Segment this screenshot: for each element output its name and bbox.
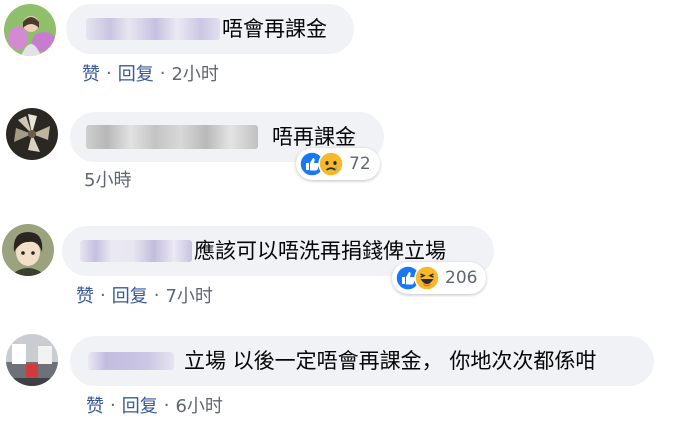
comment-4: 立場 以後一定唔會再課金， 你地次次都係咁 赞 · 回复 · 6小时 bbox=[0, 326, 692, 426]
comment-text: 唔會再課金 bbox=[222, 16, 327, 41]
avatar[interactable] bbox=[6, 108, 58, 160]
like-link[interactable]: 赞 bbox=[76, 282, 94, 308]
avatar[interactable] bbox=[6, 334, 58, 386]
blurred-name[interactable] bbox=[86, 18, 220, 40]
haha-icon bbox=[414, 265, 440, 291]
like-link[interactable]: 赞 bbox=[82, 60, 100, 86]
reply-link[interactable]: 回复 bbox=[118, 60, 154, 86]
comment-actions: 5小時 bbox=[84, 166, 131, 192]
blurred-name[interactable] bbox=[88, 352, 174, 370]
timestamp[interactable]: 5小時 bbox=[84, 166, 131, 192]
sad-icon bbox=[318, 151, 344, 177]
timestamp[interactable]: 2小时 bbox=[171, 60, 218, 86]
reply-link[interactable]: 回复 bbox=[112, 282, 148, 308]
comment-text: 立場 以後一定唔會再課金， 你地次次都係咁 bbox=[184, 348, 597, 373]
reaction-count: 72 bbox=[349, 154, 371, 174]
separator: · bbox=[159, 62, 166, 84]
comment-actions: 赞 · 回复 · 6小时 bbox=[86, 392, 223, 418]
avatar[interactable] bbox=[4, 4, 56, 56]
comment-2: 唔再課金 5小時 72 bbox=[0, 100, 692, 200]
separator: · bbox=[100, 284, 106, 306]
timestamp[interactable]: 6小时 bbox=[175, 392, 222, 418]
comment-text: 唔再課金 bbox=[272, 124, 356, 149]
reply-link[interactable]: 回复 bbox=[122, 392, 158, 418]
avatar[interactable] bbox=[2, 224, 54, 276]
reactions-summary[interactable]: 206 bbox=[392, 262, 487, 294]
comment-1: 唔會再課金 赞 · 回复 · 2小时 bbox=[0, 0, 692, 100]
reactions-summary[interactable]: 72 bbox=[296, 148, 380, 180]
separator: · bbox=[163, 394, 170, 416]
separator: · bbox=[110, 394, 116, 416]
comment-bubble: 立場 以後一定唔會再課金， 你地次次都係咁 bbox=[70, 336, 654, 386]
reaction-count: 206 bbox=[445, 268, 478, 288]
comment-3: 應該可以唔洗再捐錢俾立場 赞 · 回复 · 7小时 206 bbox=[0, 218, 692, 318]
comment-actions: 赞 · 回复 · 2小时 bbox=[82, 60, 219, 86]
like-link[interactable]: 赞 bbox=[86, 392, 104, 418]
comment-actions: 赞 · 回复 · 7小时 bbox=[76, 282, 213, 308]
comment-text: 應該可以唔洗再捐錢俾立場 bbox=[194, 238, 446, 263]
separator: · bbox=[106, 62, 112, 84]
separator: · bbox=[153, 284, 160, 306]
blurred-name[interactable] bbox=[80, 240, 192, 262]
timestamp[interactable]: 7小时 bbox=[165, 282, 212, 308]
comment-bubble: 唔會再課金 bbox=[66, 4, 354, 54]
blurred-name[interactable] bbox=[86, 125, 258, 149]
